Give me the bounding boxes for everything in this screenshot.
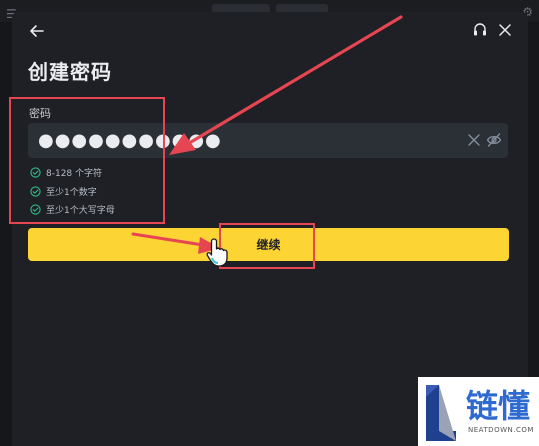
annotation-arrowhead	[169, 133, 196, 155]
neatdown-logo-icon	[426, 385, 456, 441]
hand-cursor-icon	[206, 238, 228, 267]
watermark: 链懂 NEATDOWN.COM	[418, 377, 539, 446]
watermark-brand: 链懂	[466, 387, 531, 425]
annotation-arrow-line	[184, 15, 403, 147]
annotation-arrow-line	[131, 232, 205, 247]
watermark-url: NEATDOWN.COM	[468, 426, 534, 434]
